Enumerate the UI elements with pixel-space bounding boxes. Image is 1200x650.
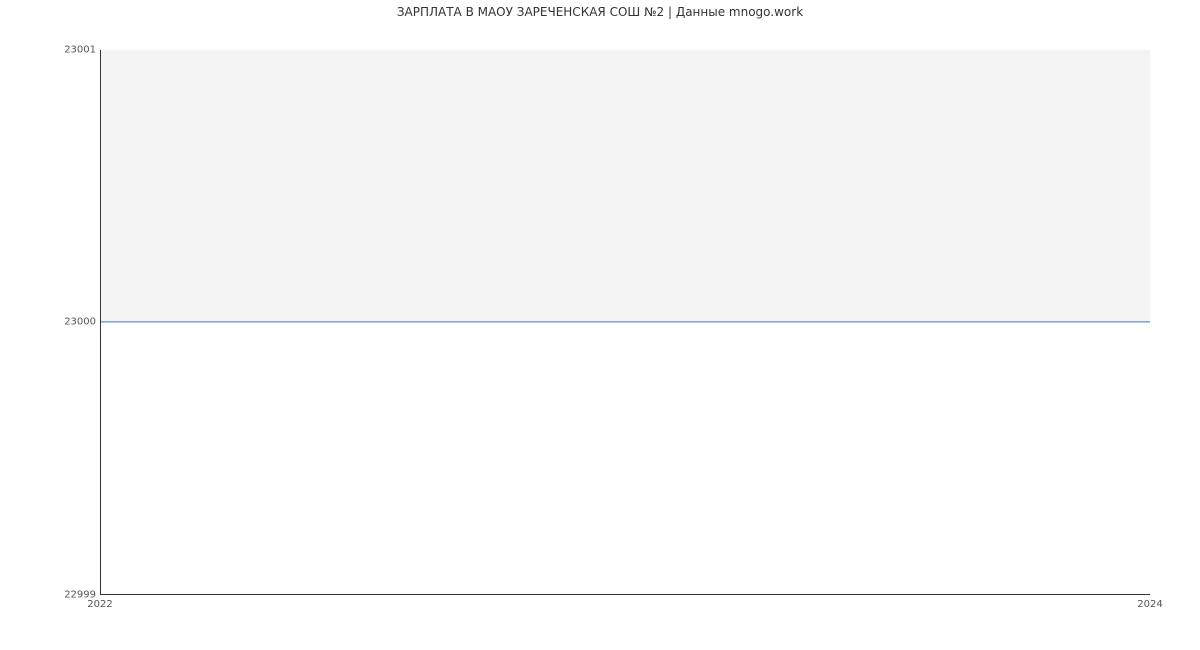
plot-area	[100, 50, 1150, 595]
plot-lower-half	[101, 322, 1150, 594]
chart-title: ЗАРПЛАТА В МАОУ ЗАРЕЧЕНСКАЯ СОШ №2 | Дан…	[0, 5, 1200, 19]
y-tick-23001: 23001	[64, 45, 96, 56]
x-tick-2022: 2022	[87, 599, 112, 610]
x-tick-2024: 2024	[1137, 599, 1162, 610]
data-line	[101, 321, 1150, 322]
y-tick-23000: 23000	[64, 317, 96, 328]
